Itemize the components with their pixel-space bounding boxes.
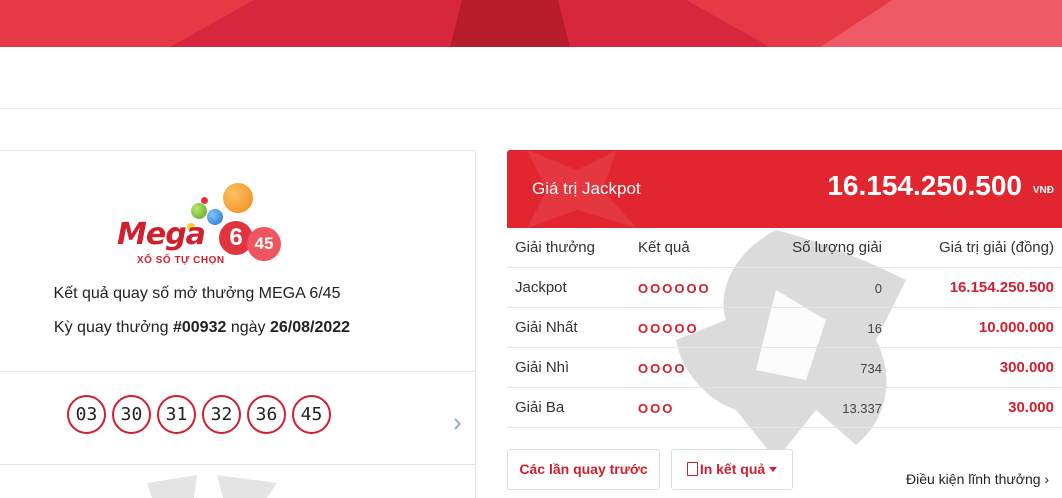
draw-info: Kỳ quay thưởng #00932 ngày 26/08/2022 xyxy=(0,319,407,337)
prize-value: 30.000 xyxy=(1008,399,1054,416)
table-header: Giải thưởng Kết quả Số lượng giải Giá tr… xyxy=(507,228,1062,268)
number-ball: 36 xyxy=(247,395,286,434)
mega-645-logo: Mega 6 45 XỔ SỐ TỰ CHỌN xyxy=(107,179,287,269)
prize-match: OOOOOO xyxy=(638,281,711,296)
prize-conditions-link[interactable]: Điều kiện lĩnh thưởng › xyxy=(906,471,1049,487)
logo-ball-blue xyxy=(207,209,223,225)
prize-count: 0 xyxy=(874,281,882,296)
next-draw-arrow-icon[interactable]: › xyxy=(453,407,462,438)
header-count: Số lượng giải xyxy=(792,239,882,256)
header-value: Giá trị giải (đồng) xyxy=(938,239,1054,256)
result-card: Mega 6 45 XỔ SỐ TỰ CHỌN Kết quả quay số … xyxy=(0,150,476,498)
header-result: Kết quả xyxy=(638,239,690,256)
jackpot-header: Giá trị Jackpot 16.154.250.500 VNĐ xyxy=(507,150,1062,228)
prize-count: 16 xyxy=(867,321,882,336)
prize-match: OOOO xyxy=(638,361,687,376)
prize-count: 734 xyxy=(860,361,882,376)
top-banner xyxy=(0,0,1062,47)
watermark-icon xyxy=(147,475,277,498)
logo-45: 45 xyxy=(247,227,281,261)
nav-bar xyxy=(0,47,1062,109)
table-row: Jackpot OOOOOO 0 16.154.250.500 xyxy=(507,268,1062,308)
table-row: Giải Ba OOO 13.337 30.000 xyxy=(507,388,1062,428)
header-prize: Giải thưởng xyxy=(515,239,595,256)
jackpot-unit: VNĐ xyxy=(1032,185,1054,196)
print-results-button[interactable]: In kết quả xyxy=(671,449,793,490)
prize-match: OOOOO xyxy=(638,321,699,336)
table-row: Giải Nhất OOOOO 16 10.000.000 xyxy=(507,308,1062,348)
prize-name: Giải Ba xyxy=(515,399,565,416)
divider xyxy=(0,464,475,465)
prize-value: 300.000 xyxy=(999,359,1054,376)
table-row: Giải Nhì OOOO 734 300.000 xyxy=(507,348,1062,388)
number-ball: 30 xyxy=(112,395,151,434)
number-ball: 45 xyxy=(292,395,331,434)
prize-count: 13.337 xyxy=(842,401,882,416)
previous-draws-button[interactable]: Các lần quay trước xyxy=(507,449,660,490)
prize-name: Giải Nhất xyxy=(515,319,578,336)
prize-value: 10.000.000 xyxy=(978,319,1054,336)
number-ball: 31 xyxy=(157,395,196,434)
divider xyxy=(0,371,475,372)
draw-number: #00932 xyxy=(172,319,227,336)
number-ball: 03 xyxy=(67,395,106,434)
logo-ball-red xyxy=(201,197,208,204)
prize-name: Jackpot xyxy=(515,279,567,296)
prize-name: Giải Nhì xyxy=(515,359,570,376)
draw-prefix: Kỳ quay thưởng xyxy=(53,319,169,336)
logo-word: Mega xyxy=(117,217,206,252)
prize-match: OOO xyxy=(638,401,675,416)
logo-tagline: XỔ SỐ TỰ CHỌN xyxy=(137,255,225,266)
winning-numbers: 03 30 31 32 36 45 xyxy=(67,395,331,434)
caret-down-icon xyxy=(769,467,778,472)
banner-stripe xyxy=(450,0,570,47)
jackpot-label: Giá trị Jackpot xyxy=(532,179,641,198)
prize-table: Giải thưởng Kết quả Số lượng giải Giá tr… xyxy=(507,228,1062,428)
date-prefix: ngày xyxy=(230,319,266,336)
result-title: Kết quả quay số mở thưởng MEGA 6/45 xyxy=(53,285,341,302)
prize-value: 16.154.250.500 xyxy=(949,279,1054,296)
banner-stripe xyxy=(820,0,1062,47)
number-ball: 32 xyxy=(202,395,241,434)
pdf-icon xyxy=(686,462,698,476)
jackpot-value: 16.154.250.500 xyxy=(827,170,1022,201)
draw-date: 26/08/2022 xyxy=(269,319,351,336)
logo-ball-orange xyxy=(223,183,253,213)
print-results-label: In kết quả xyxy=(699,461,766,477)
